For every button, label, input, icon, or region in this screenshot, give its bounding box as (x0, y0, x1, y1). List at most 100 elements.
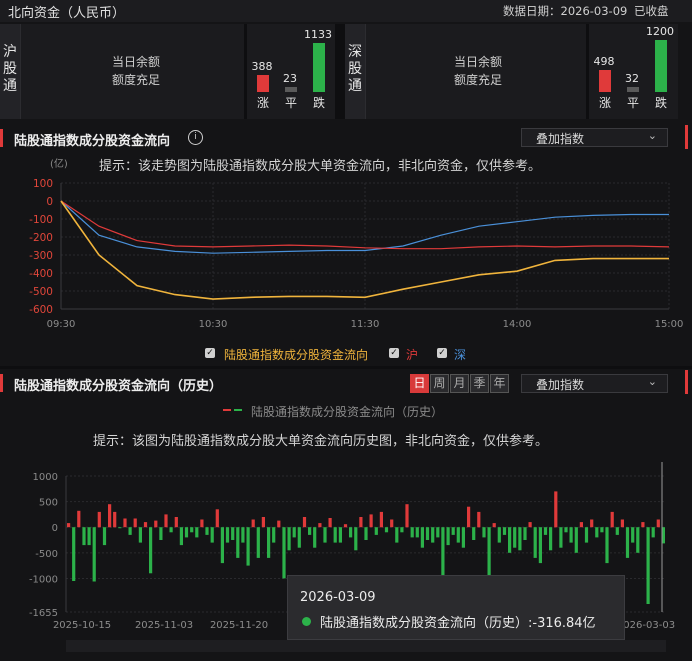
history-legend-label[interactable]: 陆股通指数成分股资金流向（历史） (251, 403, 443, 420)
y-tick-label: -300 (29, 250, 53, 262)
history-bar (246, 527, 250, 566)
history-bar (584, 527, 589, 543)
y-tick-label: 100 (33, 178, 53, 190)
history-bar (154, 520, 158, 528)
history-bar (605, 527, 609, 564)
header-bar: 北向资金（人民币） 数据日期：2026-03-09 已收盘 (0, 0, 692, 22)
history-bar (497, 527, 501, 543)
history-bar (343, 524, 348, 528)
history-bar (615, 527, 619, 535)
y-tick-label: -200 (29, 232, 53, 244)
history-bar (359, 517, 363, 528)
history-bar (646, 527, 650, 604)
history-bar (579, 522, 583, 528)
sz-quota-status: 额度充足 (454, 73, 503, 87)
legend-checkbox-sz[interactable]: ✓ (437, 348, 447, 358)
dropdown-label: 叠加指数 (536, 378, 585, 392)
history-bar (108, 504, 112, 528)
period-month-button[interactable]: 月 (450, 374, 469, 393)
history-bar (272, 527, 276, 543)
history-bar (446, 527, 450, 546)
history-bar (313, 527, 317, 548)
legend-swatch-up (223, 409, 231, 411)
history-bar (143, 522, 148, 528)
period-quarter-button[interactable]: 季 (470, 374, 489, 393)
history-bar (425, 527, 430, 540)
history-bar (564, 527, 568, 533)
history-bar (456, 527, 460, 543)
history-bar (164, 514, 168, 528)
history-bar (538, 527, 542, 564)
history-bar (554, 491, 558, 528)
overlay-index-dropdown[interactable]: 叠加指数 ⌄ (521, 128, 668, 147)
history-overlay-dropdown[interactable]: 叠加指数 ⌄ (521, 374, 668, 393)
tooltip-date: 2026-03-09 (300, 590, 376, 605)
history-bar (292, 527, 296, 538)
history-bar (574, 527, 578, 553)
tooltip-value: 陆股通指数成分股资金流向（历史）:-316.84亿 (320, 616, 596, 631)
history-bar (225, 527, 230, 543)
history-bar (482, 527, 486, 538)
history-bar (631, 527, 635, 543)
history-bar (405, 504, 409, 528)
history-bar (420, 527, 424, 548)
history-bar (492, 523, 496, 528)
history-bar (323, 527, 327, 543)
history-bar (282, 527, 286, 579)
sz-flat-bar (627, 87, 639, 92)
history-bar (636, 527, 640, 553)
legend-label-sh: 沪 (406, 348, 419, 362)
sz-down-count: 1200 (646, 25, 674, 38)
history-bar (641, 522, 645, 528)
history-bar (113, 511, 117, 528)
sz-up-label: 涨 (598, 96, 611, 110)
history-bar (169, 527, 173, 533)
history-bar (354, 527, 358, 551)
history-bar (379, 511, 383, 528)
history-bar (190, 527, 194, 533)
chevron-down-icon: ⌄ (647, 375, 657, 388)
history-bar (569, 527, 573, 543)
period-week-button[interactable]: 周 (430, 374, 449, 393)
y-unit-label: (亿) (50, 159, 68, 170)
y-tick-label: -1655 (29, 608, 58, 619)
history-bar (287, 527, 291, 551)
history-bar (128, 527, 132, 535)
history-bar (210, 527, 214, 543)
sh-down-count: 1133 (304, 28, 332, 41)
history-bar (215, 509, 219, 528)
period-day-button[interactable]: 日 (410, 374, 429, 393)
history-bar (87, 527, 91, 546)
history-bar (461, 527, 465, 548)
header-title: 北向资金（人民币） (8, 6, 126, 21)
history-bar (328, 518, 332, 528)
sz-up-bar (599, 70, 611, 92)
legend-checkbox-total[interactable]: ✓ (205, 348, 215, 358)
history-bar (549, 527, 553, 551)
y-tick-label: -400 (29, 268, 53, 280)
history-bar (159, 527, 163, 540)
history-bar (82, 527, 86, 546)
legend-checkbox-sh[interactable]: ✓ (389, 348, 399, 358)
intraday-line-chart: 100 0 -100 -200 -300 -400 -500 -600 09:30 10:30 11… (29, 178, 683, 330)
dropdown-label: 叠加指数 (536, 132, 585, 146)
history-bar (523, 527, 527, 540)
history-bar (543, 527, 548, 535)
sz-down-label: 跌 (654, 96, 667, 110)
history-bar (77, 510, 81, 528)
sz-flat-count: 32 (625, 72, 639, 85)
history-tooltip: 2026-03-09 陆股通指数成分股资金流向（历史）:-316.84亿 (287, 575, 625, 640)
history-bar (559, 527, 563, 548)
history-bar (625, 527, 630, 558)
sh-name-char: 沪 (3, 44, 17, 60)
sh-flat-label: 平 (284, 96, 297, 110)
info-icon[interactable]: i (188, 130, 203, 145)
history-bar (415, 527, 419, 538)
legend-label-sz: 深 (454, 348, 467, 362)
history-bar (318, 523, 322, 528)
sz-name-char: 股 (348, 61, 362, 77)
history-bar (528, 522, 532, 528)
period-year-button[interactable]: 年 (490, 374, 509, 393)
sh-name: 沪 股 通 (0, 44, 20, 95)
x-tick-label: 2025-10-15 (53, 620, 111, 631)
